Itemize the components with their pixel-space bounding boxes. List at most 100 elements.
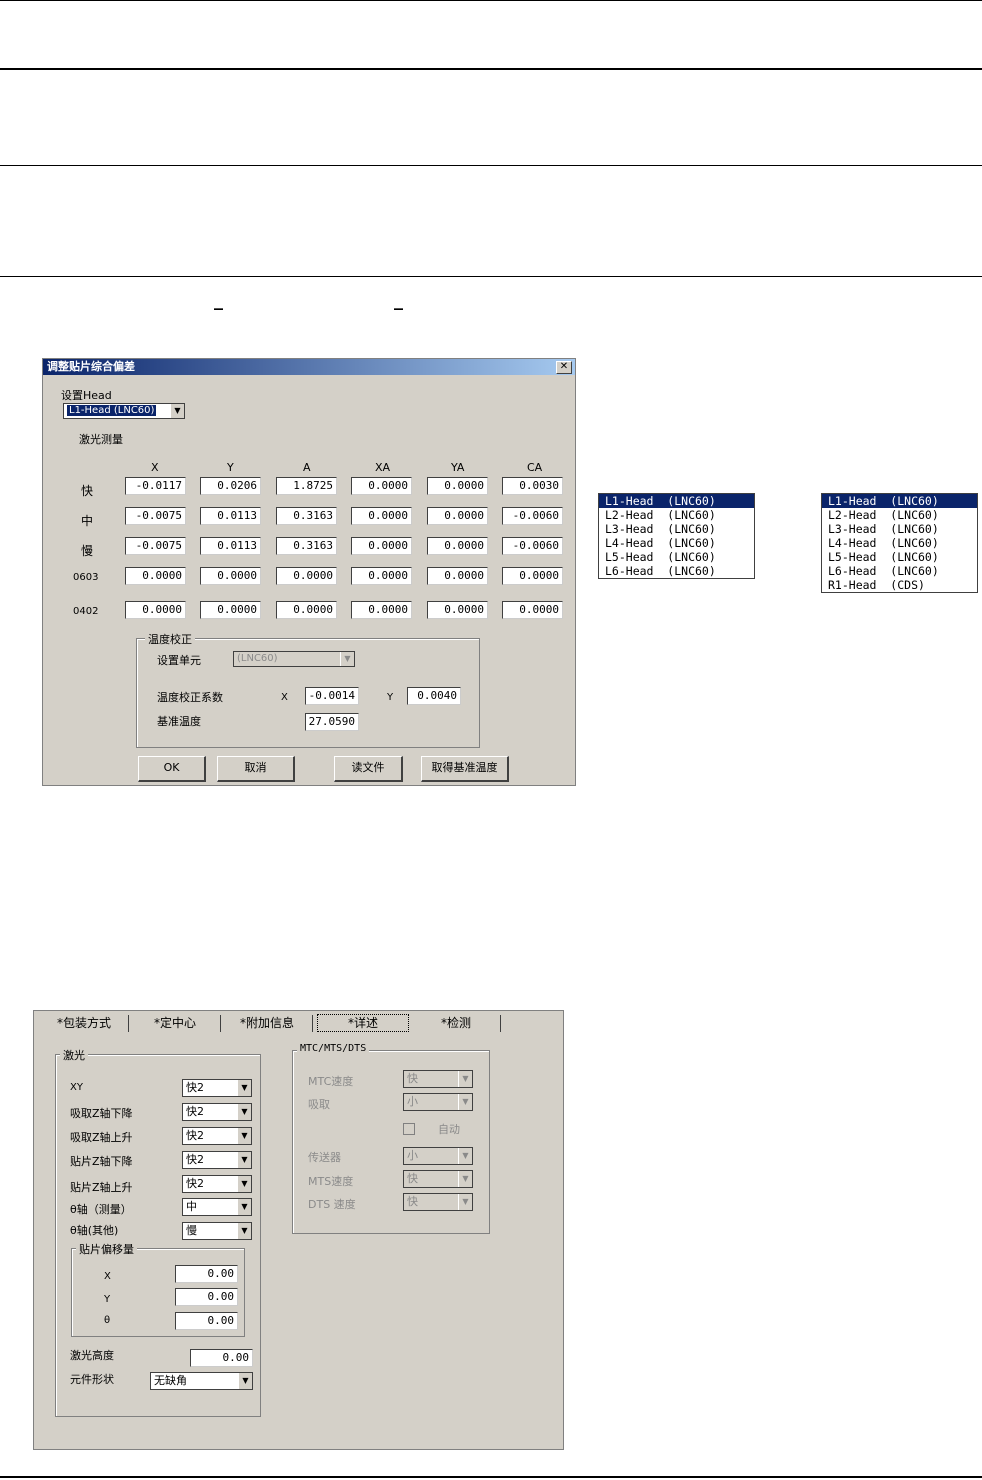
chevron-down-icon[interactable]: ▼ xyxy=(237,1128,251,1144)
laser-height-field[interactable]: 0.00 xyxy=(190,1349,253,1367)
conveyor-select[interactable]: 小 ▼ xyxy=(403,1147,473,1165)
get-base-temp-button[interactable]: 取得基准温度 xyxy=(421,756,509,782)
xy-select[interactable]: 快2 ▼ xyxy=(182,1079,252,1097)
medium-a-field[interactable]: 0.3163 xyxy=(276,507,337,525)
medium-ca-field[interactable]: -0.0060 xyxy=(502,507,563,525)
chevron-down-icon[interactable]: ▼ xyxy=(237,1152,251,1168)
tab-inspection[interactable]: *检测 xyxy=(412,1015,501,1032)
col-header-x: X xyxy=(151,461,159,474)
list-item[interactable]: L3-Head (LNC60) xyxy=(822,522,977,536)
chevron-down-icon[interactable]: ▼ xyxy=(237,1199,251,1215)
list-item[interactable]: L4-Head (LNC60) xyxy=(599,536,754,550)
0402-xa-field[interactable]: 0.0000 xyxy=(351,601,412,619)
0402-ca-field[interactable]: 0.0000 xyxy=(502,601,563,619)
list-item[interactable]: L6-Head (LNC60) xyxy=(822,564,977,578)
list-item[interactable]: L3-Head (LNC60) xyxy=(599,522,754,536)
chevron-down-icon[interactable]: ▼ xyxy=(458,1071,472,1087)
0402-y-field[interactable]: 0.0000 xyxy=(200,601,261,619)
tab-centering[interactable]: *定中心 xyxy=(130,1015,221,1032)
list-item[interactable]: L4-Head (LNC60) xyxy=(822,536,977,550)
0402-a-field[interactable]: 0.0000 xyxy=(276,601,337,619)
list-item[interactable]: L1-Head (LNC60) xyxy=(822,494,977,508)
list-item[interactable]: L2-Head (LNC60) xyxy=(822,508,977,522)
slow-y-field[interactable]: 0.0113 xyxy=(200,537,261,555)
list-item[interactable]: L2-Head (LNC60) xyxy=(599,508,754,522)
theta-measure-select[interactable]: 中 ▼ xyxy=(182,1198,252,1216)
list-item[interactable]: L5-Head (LNC60) xyxy=(599,550,754,564)
fast-y-field[interactable]: 0.0206 xyxy=(200,477,261,495)
tab-details[interactable]: *详述 xyxy=(317,1014,409,1032)
pick-label: 吸取 xyxy=(308,1098,330,1111)
slow-x-field[interactable]: -0.0075 xyxy=(125,537,186,555)
place-z-up-select[interactable]: 快2 ▼ xyxy=(182,1175,252,1193)
head-list-a[interactable]: L1-Head (LNC60) L2-Head (LNC60) L3-Head … xyxy=(598,493,755,579)
0603-ya-field[interactable]: 0.0000 xyxy=(427,567,488,585)
pick-select[interactable]: 小 ▼ xyxy=(403,1093,473,1111)
medium-xa-field[interactable]: 0.0000 xyxy=(351,507,412,525)
slow-a-field[interactable]: 0.3163 xyxy=(276,537,337,555)
offset-theta-field[interactable]: 0.00 xyxy=(175,1312,238,1330)
place-z-up-value: 快2 xyxy=(186,1177,204,1190)
close-icon[interactable]: ✕ xyxy=(556,361,572,374)
row-label-medium: 中 xyxy=(81,514,94,528)
cancel-button[interactable]: 取消 xyxy=(217,756,295,782)
offset-y-field[interactable]: 0.00 xyxy=(175,1288,238,1306)
0402-x-field[interactable]: 0.0000 xyxy=(125,601,186,619)
base-temp-label: 基准温度 xyxy=(157,715,201,728)
list-item[interactable]: R1-Head (CDS) xyxy=(822,578,977,592)
offset-x-field[interactable]: 0.00 xyxy=(175,1265,238,1283)
chevron-down-icon[interactable]: ▼ xyxy=(237,1223,251,1239)
pick-z-up-select[interactable]: 快2 ▼ xyxy=(182,1127,252,1145)
slow-ca-field[interactable]: -0.0060 xyxy=(502,537,563,555)
fast-x-field[interactable]: -0.0117 xyxy=(125,477,186,495)
chevron-down-icon[interactable]: ▼ xyxy=(237,1104,251,1120)
place-z-down-select[interactable]: 快2 ▼ xyxy=(182,1151,252,1169)
row-label-0603: 0603 xyxy=(73,572,99,583)
ok-button[interactable]: OK xyxy=(138,756,206,782)
coef-x-field[interactable]: -0.0014 xyxy=(305,687,359,705)
chevron-down-icon[interactable]: ▼ xyxy=(238,1373,252,1389)
head-list-b[interactable]: L1-Head (LNC60) L2-Head (LNC60) L3-Head … xyxy=(821,493,978,593)
dts-speed-select[interactable]: 快 ▼ xyxy=(403,1193,473,1211)
0402-ya-field[interactable]: 0.0000 xyxy=(427,601,488,619)
0603-x-field[interactable]: 0.0000 xyxy=(125,567,186,585)
chevron-down-icon[interactable]: ▼ xyxy=(458,1171,472,1187)
medium-y-field[interactable]: 0.0113 xyxy=(200,507,261,525)
shape-select[interactable]: 无缺角 ▼ xyxy=(150,1372,253,1390)
theta-other-select[interactable]: 慢 ▼ xyxy=(182,1222,252,1240)
fast-xa-field[interactable]: 0.0000 xyxy=(351,477,412,495)
unit-select[interactable]: (LNC60) ▼ xyxy=(233,651,355,667)
0603-ca-field[interactable]: 0.0000 xyxy=(502,567,563,585)
medium-ya-field[interactable]: 0.0000 xyxy=(427,507,488,525)
slow-xa-field[interactable]: 0.0000 xyxy=(351,537,412,555)
mtc-group-title: MTC/MTS/DTS xyxy=(297,1043,370,1054)
mts-speed-select[interactable]: 快 ▼ xyxy=(403,1170,473,1188)
mtc-speed-select[interactable]: 快 ▼ xyxy=(403,1070,473,1088)
slow-ya-field[interactable]: 0.0000 xyxy=(427,537,488,555)
0603-a-field[interactable]: 0.0000 xyxy=(276,567,337,585)
fast-a-field[interactable]: 1.8725 xyxy=(276,477,337,495)
base-temp-field[interactable]: 27.0590 xyxy=(305,713,359,731)
list-item[interactable]: L6-Head (LNC60) xyxy=(599,564,754,578)
list-item[interactable]: L1-Head (LNC60) xyxy=(599,494,754,508)
fast-ca-field[interactable]: 0.0030 xyxy=(502,477,563,495)
chevron-down-icon[interactable]: ▼ xyxy=(458,1194,472,1210)
chevron-down-icon[interactable]: ▼ xyxy=(170,404,184,418)
coef-y-field[interactable]: 0.0040 xyxy=(407,687,461,705)
chevron-down-icon[interactable]: ▼ xyxy=(237,1080,251,1096)
fast-ya-field[interactable]: 0.0000 xyxy=(427,477,488,495)
read-file-button[interactable]: 读文件 xyxy=(334,756,403,782)
0603-xa-field[interactable]: 0.0000 xyxy=(351,567,412,585)
medium-x-field[interactable]: -0.0075 xyxy=(125,507,186,525)
head-select[interactable]: L1-Head (LNC60) ▼ xyxy=(63,403,185,419)
chevron-down-icon[interactable]: ▼ xyxy=(340,652,354,666)
chevron-down-icon[interactable]: ▼ xyxy=(458,1148,472,1164)
list-item[interactable]: L5-Head (LNC60) xyxy=(822,550,977,564)
chevron-down-icon[interactable]: ▼ xyxy=(237,1176,251,1192)
tab-extra-info[interactable]: *附加信息 xyxy=(222,1015,313,1032)
auto-checkbox[interactable] xyxy=(403,1123,415,1135)
0603-y-field[interactable]: 0.0000 xyxy=(200,567,261,585)
pick-z-down-select[interactable]: 快2 ▼ xyxy=(182,1103,252,1121)
tab-packaging[interactable]: *包装方式 xyxy=(40,1015,129,1032)
chevron-down-icon[interactable]: ▼ xyxy=(458,1094,472,1110)
